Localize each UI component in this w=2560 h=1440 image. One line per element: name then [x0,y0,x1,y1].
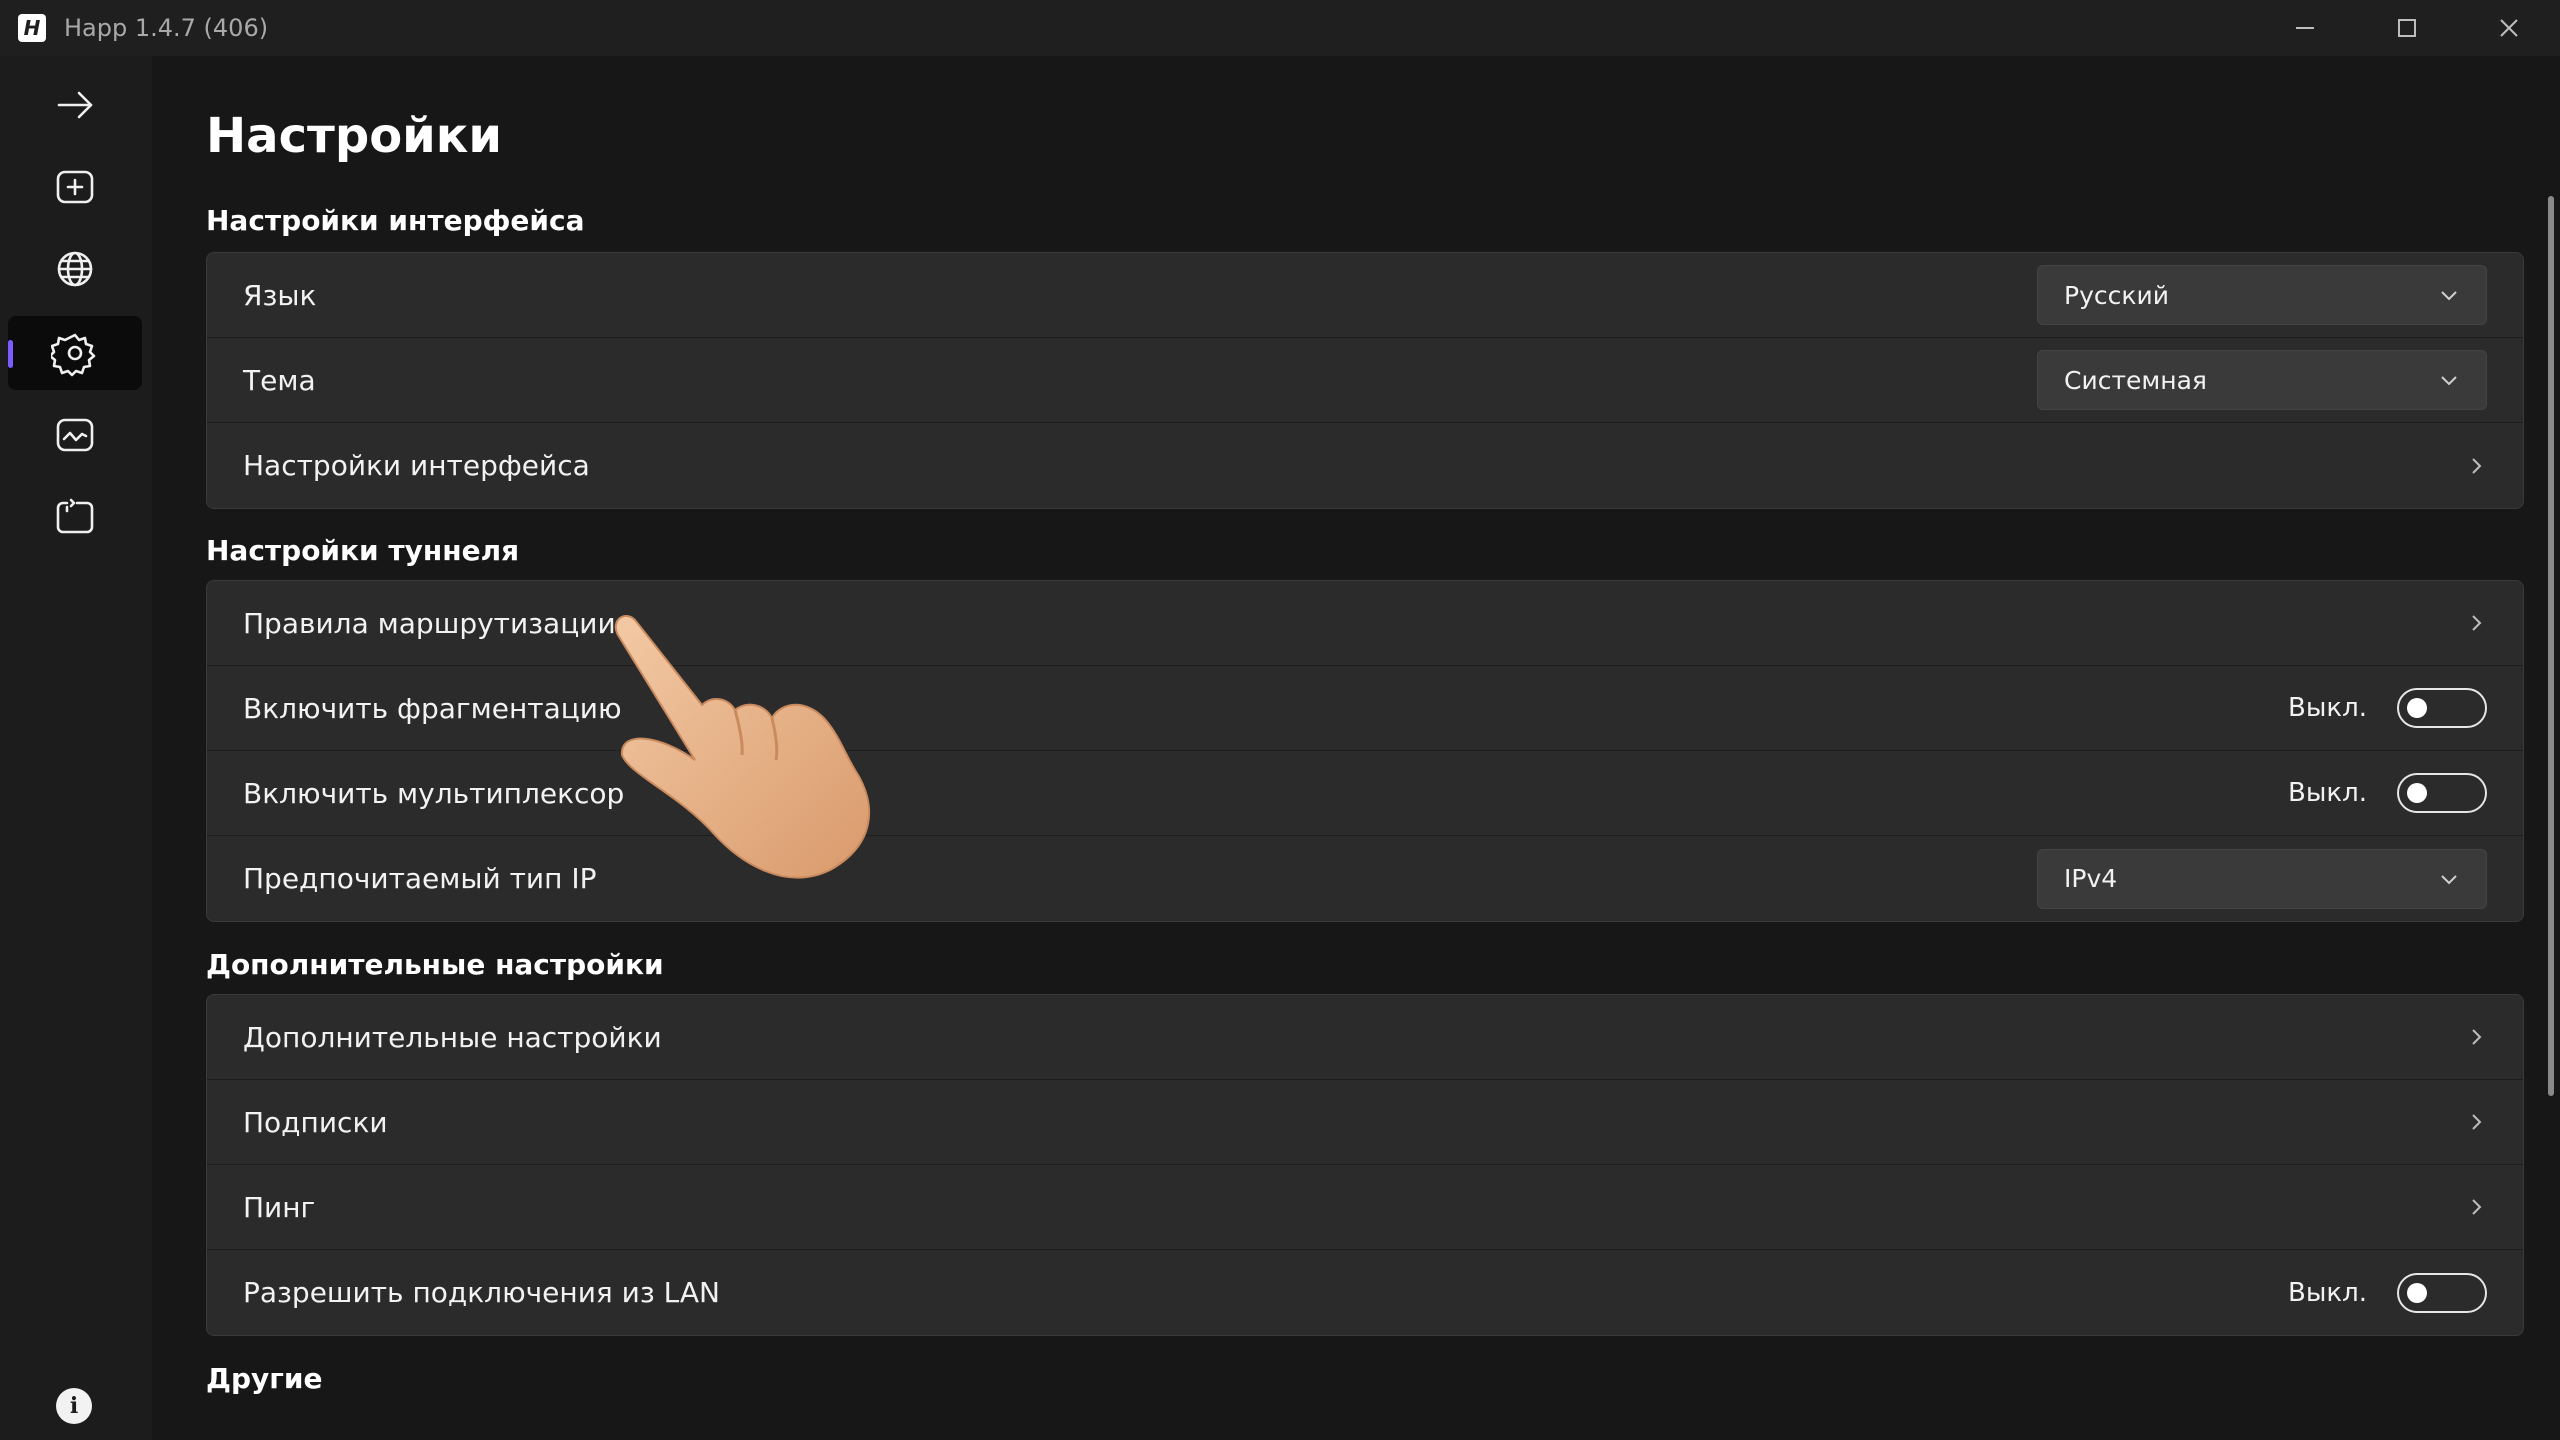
arrow-right-icon [57,91,93,119]
ip-type-row: Предпочитаемый тип IP IPv4 [207,836,2523,921]
multiplexer-label: Включить мультиплексор [243,776,625,810]
pointing-hand-icon [614,615,871,879]
sidebar-item-servers[interactable] [8,232,142,306]
lan-connections-state: Выкл. [2288,1277,2367,1308]
info-button[interactable]: i [56,1388,92,1424]
advanced-settings-group: Дополнительные настройки Подписки Пинг Р… [206,994,2524,1336]
minimize-icon [2296,27,2314,29]
sidebar-item-add[interactable] [8,150,142,224]
lan-connections-toggle[interactable] [2397,1272,2487,1313]
language-dropdown[interactable]: Русский [2037,265,2487,325]
chevron-right-icon [2472,1199,2482,1215]
maximize-icon [2398,19,2416,37]
chevron-right-icon [2472,1029,2482,1045]
language-row: Язык Русский [207,253,2523,338]
ip-type-value: IPv4 [2064,864,2118,893]
sidebar-item-connect[interactable] [8,68,142,142]
ping-row[interactable]: Пинг [207,1165,2523,1250]
advanced-settings-label: Дополнительные настройки [243,1020,662,1054]
section-title-interface: Настройки интерфейса [206,204,585,237]
sidebar-item-logs[interactable] [8,398,142,472]
minimize-button[interactable] [2254,0,2356,56]
sidebar-item-settings[interactable] [8,316,142,390]
monitor-chart-icon [56,418,94,452]
section-title-tunnel: Настройки туннеля [206,534,520,567]
toggle-knob [2407,783,2427,803]
title-bar: H Happ 1.4.7 (406) [0,0,2560,56]
routing-rules-label: Правила маршрутизации [243,606,616,640]
theme-row: Тема Системная [207,338,2523,423]
fragmentation-row: Включить фрагментацию Выкл. [207,666,2523,751]
app-logo-icon: H [18,14,46,42]
sidebar-item-tunnel[interactable] [8,480,142,554]
window-controls [2254,0,2560,56]
language-value: Русский [2064,280,2169,310]
window-title: Happ 1.4.7 (406) [64,14,269,42]
section-title-advanced: Дополнительные настройки [206,948,664,981]
fragmentation-state: Выкл. [2288,693,2367,723]
advanced-settings-row[interactable]: Дополнительные настройки [207,995,2523,1080]
globe-icon [57,251,93,287]
routing-rules-row[interactable]: Правила маршрутизации [207,581,2523,666]
tunnel-icon [56,498,94,534]
chevron-right-icon [2472,457,2482,474]
add-box-icon [56,170,94,204]
chevron-down-icon [2441,376,2457,386]
ping-label: Пинг [243,1190,316,1224]
subscriptions-label: Подписки [243,1105,388,1139]
fragmentation-toggle[interactable] [2397,688,2487,728]
active-indicator [8,340,13,368]
interface-settings-row[interactable]: Настройки интерфейса [207,423,2523,508]
ip-type-dropdown[interactable]: IPv4 [2037,848,2487,909]
theme-dropdown[interactable]: Системная [2037,350,2487,410]
settings-page: Настройки Настройки интерфейса Язык Русс… [152,56,2560,1440]
lan-connections-label: Разрешить подключения из LAN [243,1276,720,1309]
tunnel-settings-group: Правила маршрутизации Включить фрагмента… [206,580,2524,922]
scrollbar[interactable] [2548,196,2554,1096]
interface-settings-label: Настройки интерфейса [243,449,590,482]
chevron-right-icon [2472,615,2482,631]
chevron-down-icon [2441,291,2457,301]
subscriptions-row[interactable]: Подписки [207,1080,2523,1165]
sidebar: i [0,56,152,1440]
language-label: Язык [243,278,317,312]
multiplexer-state: Выкл. [2288,778,2367,808]
theme-label: Тема [243,363,316,397]
interface-settings-group: Язык Русский Тема Системная Настройки ин… [206,252,2524,509]
chevron-down-icon [2441,874,2457,884]
close-icon [2500,19,2518,37]
lan-connections-row: Разрешить подключения из LAN Выкл. [207,1250,2523,1335]
fragmentation-label: Включить фрагментацию [243,691,622,725]
ip-type-label: Предпочитаемый тип IP [243,862,597,895]
close-button[interactable] [2458,0,2560,56]
page-title: Настройки [206,108,503,164]
multiplexer-row: Включить мультиплексор Выкл. [207,751,2523,836]
section-title-other: Другие [206,1362,323,1395]
gear-icon [51,333,96,377]
toggle-knob [2407,698,2427,718]
multiplexer-toggle[interactable] [2397,773,2487,813]
maximize-button[interactable] [2356,0,2458,56]
theme-value: Системная [2064,365,2207,395]
chevron-right-icon [2472,1114,2482,1130]
toggle-knob [2407,1282,2427,1303]
